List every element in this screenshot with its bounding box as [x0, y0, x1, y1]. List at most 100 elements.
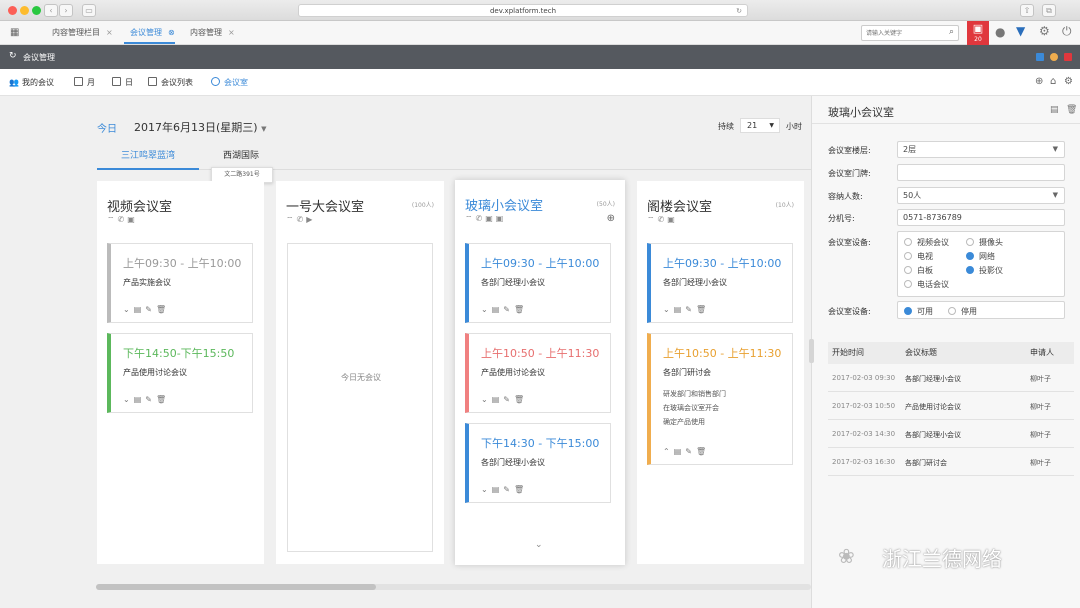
tab-meeting-management[interactable]: 会议管理 ⊗	[124, 21, 175, 44]
room-card-attic[interactable]: 阁楼会议室 (10人) ⌔✆▣ 上午09:30 - 上午10:00 各部门经理小…	[637, 181, 804, 564]
equipment-network[interactable]: 网络	[966, 251, 995, 262]
checkbox[interactable]	[904, 266, 912, 274]
table-row[interactable]: 2017-02-03 09:30 各部门经理小会议 柳叶子	[828, 364, 1074, 392]
checkbox[interactable]	[966, 238, 974, 246]
add-icon[interactable]: ⊕	[1035, 76, 1043, 87]
forward-button[interactable]: ›	[59, 4, 73, 17]
tab-label: 内容管理栏目	[52, 28, 100, 37]
meeting-card[interactable]: 上午09:30 - 上午10:00 各部门经理小会议 ⌄▤✎🗑	[647, 243, 793, 323]
capacity-select[interactable]: 50人 ▼	[897, 187, 1065, 204]
plate-label: 会议室门牌:	[828, 169, 871, 178]
checkbox[interactable]	[904, 238, 912, 246]
settings-icon[interactable]: ⚙	[1064, 76, 1073, 87]
add-meeting-icon[interactable]: ⊕	[607, 213, 615, 224]
tabs-overview-icon[interactable]: ⧉	[1042, 4, 1056, 17]
radio[interactable]	[948, 307, 956, 315]
meeting-card[interactable]: 上午09:30 - 上午10:00 各部门经理小会议 ⌄▤✎🗑	[465, 243, 611, 323]
table-row[interactable]: 2017-02-03 14:30 各部门经理小会议 柳叶子	[828, 420, 1074, 448]
room-equipment-icons: ⌔✆▶	[286, 215, 316, 224]
meeting-room-button[interactable]: 会议室	[211, 69, 248, 96]
restore-panel-icon[interactable]	[1050, 53, 1058, 61]
chevron-down-icon: ▼	[1052, 145, 1058, 153]
horizontal-scrollbar[interactable]	[96, 584, 811, 590]
search-box[interactable]: ⌕	[861, 25, 959, 41]
minimize-panel-icon[interactable]	[1036, 53, 1044, 61]
search-input[interactable]	[862, 26, 940, 40]
checkbox-checked[interactable]	[966, 252, 974, 260]
equipment-video-conf[interactable]: 视频会议	[904, 237, 949, 248]
panel-resize-handle[interactable]	[809, 339, 814, 363]
meeting-card-expanded[interactable]: 上午10:50 - 上午11:30 各部门研讨会 研发部门和销售部门 在玻璃会议…	[647, 333, 793, 465]
cell-title: 各部门经理小会议	[905, 375, 961, 383]
room-card-video[interactable]: 视频会议室 ⌔✆▣ 上午09:30 - 上午10:00 产品实施会议 ⌄▤✎🗑 …	[97, 181, 264, 564]
tab-content-column[interactable]: 内容管理栏目 ×	[46, 21, 113, 44]
date-picker[interactable]: 2017年6月13日(星期三) ▼	[134, 119, 266, 135]
meeting-actions[interactable]: ⌄▤✎🗑	[481, 305, 528, 314]
status-disabled-radio[interactable]: 停用	[948, 306, 977, 317]
today-button[interactable]: 今日	[97, 120, 117, 135]
checkbox[interactable]	[904, 252, 912, 260]
checkbox-checked[interactable]	[966, 266, 974, 274]
room-card-glass[interactable]: 玻璃小会议室 (50人) ⌔✆▣▣ ⊕ 上午09:30 - 上午10:00 各部…	[455, 180, 625, 565]
close-icon[interactable]: ×	[106, 28, 113, 37]
meeting-actions[interactable]: ⌄▤✎🗑	[123, 395, 170, 404]
meeting-actions[interactable]: ⌄▤✎🗑	[481, 485, 528, 494]
user-icon[interactable]: ●	[995, 25, 1005, 39]
sidebar-toggle-icon[interactable]: ▭	[82, 4, 96, 17]
trash-icon[interactable]: 🗑	[1066, 105, 1077, 115]
month-view-button[interactable]: 月	[74, 69, 95, 96]
room-name: 玻璃小会议室	[465, 199, 544, 214]
browser-titlebar: ‹ › ▭ dev.xplatform.tech ↻ ⇧ ⧉	[0, 0, 1080, 21]
radio-selected[interactable]	[904, 307, 912, 315]
gear-icon[interactable]: ⚙	[1039, 24, 1050, 38]
equipment-projector[interactable]: 投影仪	[966, 265, 1003, 276]
notification-button[interactable]: ▣ 20	[967, 21, 989, 48]
equipment-camera[interactable]: 摄像头	[966, 237, 1003, 248]
checkbox[interactable]	[904, 280, 912, 288]
status-available-radio[interactable]: 可用	[904, 306, 933, 317]
close-window-button[interactable]	[8, 6, 17, 15]
expand-down-icon[interactable]: ⌄	[535, 540, 543, 550]
meeting-card[interactable]: 下午14:50-下午15:50 产品使用讨论会议 ⌄▤✎🗑	[107, 333, 253, 413]
floor-select[interactable]: 2层 ▼	[897, 141, 1065, 158]
meeting-card[interactable]: 上午10:50 - 上午11:30 产品使用讨论会议 ⌄▤✎🗑	[465, 333, 611, 413]
zoom-window-button[interactable]	[32, 6, 41, 15]
scrollbar-thumb[interactable]	[96, 584, 376, 590]
meeting-actions[interactable]: ⌃▤✎🗑	[663, 447, 710, 456]
save-icon[interactable]: ▤	[1050, 105, 1059, 115]
close-panel-icon[interactable]	[1064, 53, 1072, 61]
table-row[interactable]: 2017-02-03 10:50 产品使用讨论会议 柳叶子	[828, 392, 1074, 420]
plate-input[interactable]	[897, 164, 1065, 181]
theme-shirt-icon[interactable]: ▼	[1016, 24, 1025, 38]
meeting-actions[interactable]: ⌄▤✎🗑	[481, 395, 528, 404]
close-icon[interactable]: ×	[228, 28, 235, 37]
my-meetings-button[interactable]: 👥 我的会议	[9, 69, 54, 96]
day-view-button[interactable]: 日	[112, 69, 133, 96]
room-card-large[interactable]: 一号大会议室 (100人) ⌔✆▶ 今日无会议	[276, 181, 444, 564]
meeting-card[interactable]: 下午14:30 - 下午15:00 各部门经理小会议 ⌄▤✎🗑	[465, 423, 611, 503]
equipment-whiteboard[interactable]: 白板	[904, 265, 933, 276]
refresh-icon[interactable]: ↻	[9, 51, 17, 61]
equipment-phone-conf[interactable]: 电话会议	[904, 279, 949, 290]
location-tab-xihu[interactable]: 西湖国际	[201, 143, 281, 170]
equipment-tv[interactable]: 电视	[904, 251, 933, 262]
minimize-window-button[interactable]	[20, 6, 29, 15]
share-icon[interactable]: ⇧	[1020, 4, 1034, 17]
grid-menu-icon[interactable]: ▦	[10, 27, 19, 38]
reload-icon[interactable]: ↻	[736, 5, 742, 17]
meeting-actions[interactable]: ⌄▤✎🗑	[123, 305, 170, 314]
back-button[interactable]: ‹	[44, 4, 58, 17]
power-icon[interactable]: ⏻	[1062, 24, 1072, 39]
duration-select[interactable]: 21 ▼	[740, 118, 780, 133]
tab-content-management[interactable]: 内容管理 ×	[184, 21, 235, 44]
meeting-card[interactable]: 上午09:30 - 上午10:00 产品实施会议 ⌄▤✎🗑	[107, 243, 253, 323]
meeting-list-button[interactable]: 会议列表	[148, 69, 193, 96]
close-circle-icon[interactable]: ⊗	[168, 28, 175, 37]
search-icon[interactable]: ⌕	[949, 27, 954, 37]
location-tab-sanjiang[interactable]: 三江鸣翠蓝湾	[97, 143, 199, 170]
extension-input[interactable]: 0571-8736789	[897, 209, 1065, 226]
table-row[interactable]: 2017-02-03 16:30 各部门研讨会 柳叶子	[828, 448, 1074, 476]
meeting-actions[interactable]: ⌄▤✎🗑	[663, 305, 710, 314]
home-icon[interactable]: ⌂	[1050, 76, 1056, 87]
address-bar[interactable]: dev.xplatform.tech ↻	[298, 4, 748, 17]
